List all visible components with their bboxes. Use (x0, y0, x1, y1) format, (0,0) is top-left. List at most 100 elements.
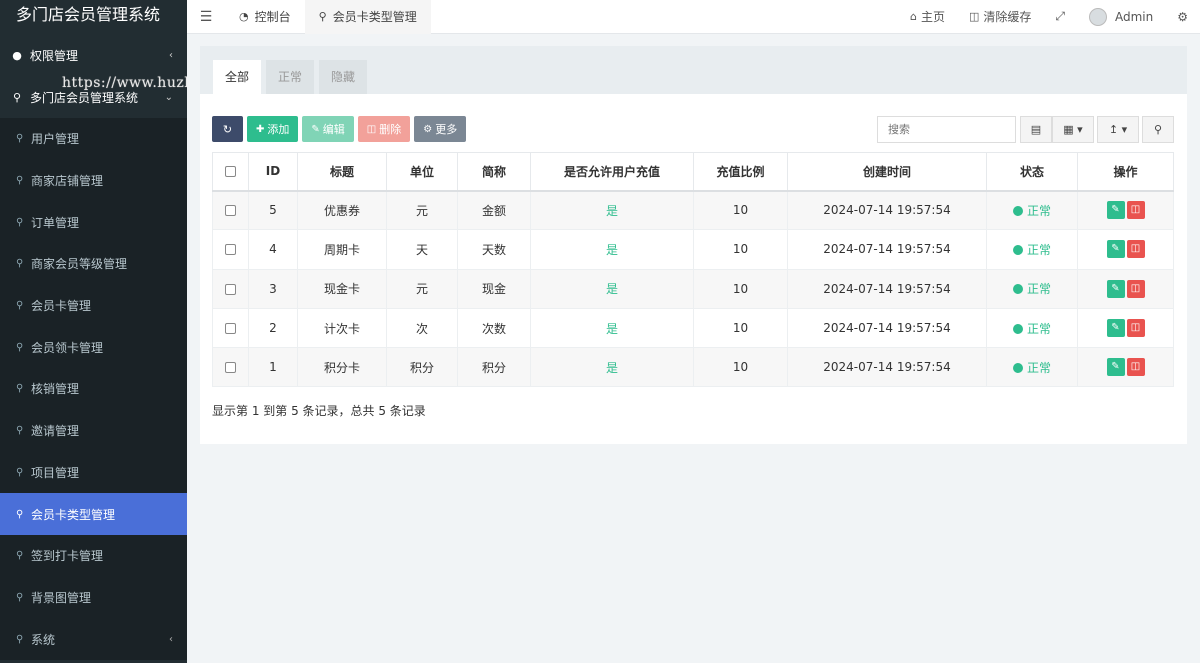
columns-dropdown[interactable]: ▦ ▾ (1052, 115, 1094, 143)
cell-created: 2024-07-14 19:57:54 (787, 268, 987, 309)
recharge-flag[interactable]: 是 (606, 204, 618, 218)
sidebar-item[interactable]: ⚲ 商家店铺管理 (0, 159, 187, 202)
col-title[interactable]: 标题 (297, 152, 387, 192)
sidebar-item[interactable]: ⚲ 邀请管理 (0, 409, 187, 452)
table-row[interactable]: 5 优惠券元金额是 10 2024-07-14 19:57:54 正常 ✎ ◫ (212, 189, 1174, 231)
row-delete-button[interactable]: ◫ (1126, 240, 1145, 259)
row-checkbox[interactable] (225, 283, 236, 295)
search-button[interactable]: ⚲ (1142, 115, 1174, 143)
row-delete-button[interactable]: ◫ (1126, 319, 1145, 338)
sidebar-item-label: 商家店铺管理 (31, 174, 104, 189)
sidebar-group-label: 多门店会员管理系统 (30, 90, 139, 105)
table-row[interactable]: 4 周期卡天天数是 10 2024-07-14 19:57:54 正常 ✎ ◫ (212, 229, 1174, 270)
cell-actions: ✎ ◫ (1077, 307, 1174, 349)
tab-dashboard[interactable]: ◔ 控制台 (225, 0, 305, 34)
row-checkbox[interactable] (225, 244, 236, 256)
cell-ratio: 10 (693, 307, 788, 349)
recharge-flag[interactable]: 是 (606, 243, 618, 257)
col-actions: 操作 (1077, 152, 1174, 192)
settings-gear-icon[interactable]: ⚙ (1165, 10, 1200, 24)
cell-id: 3 (248, 268, 298, 309)
sidebar-item[interactable]: ⚲ 用户管理 (0, 118, 187, 160)
row-select-cell[interactable] (212, 347, 249, 388)
row-checkbox[interactable] (225, 205, 236, 217)
user-menu[interactable]: Admin (1077, 7, 1165, 26)
cell-unit: 次 (386, 307, 458, 349)
sidebar-item[interactable]: ⚲ 会员卡管理 (0, 284, 187, 327)
clear-cache-button[interactable]: ◫ 清除缓存 (957, 8, 1043, 25)
fullscreen-icon[interactable]: ⤢ (1043, 9, 1077, 24)
pencil-icon: ✎ (1111, 282, 1120, 294)
table-row[interactable]: 1 积分卡 积分 积分是 10 2024-07-14 19:57:54 正常 ✎ ◫ (212, 347, 1174, 388)
add-button[interactable]: ✚ 添加 (247, 116, 299, 142)
home-link[interactable]: ⌂ 主页 (898, 8, 957, 25)
row-edit-button[interactable]: ✎ (1106, 279, 1125, 298)
col-short[interactable]: 简称 (457, 152, 531, 192)
row-select-cell[interactable] (212, 189, 249, 231)
search-input[interactable] (877, 115, 1016, 143)
edit-button[interactable]: ✎ 编辑 (302, 116, 354, 142)
recharge-flag[interactable]: 是 (606, 282, 618, 296)
row-edit-button[interactable]: ✎ (1106, 358, 1125, 377)
col-created[interactable]: 创建时间 (787, 152, 987, 192)
cell-status: 正常 (986, 347, 1078, 388)
sidebar-item-label: 核销管理 (31, 382, 80, 397)
sidebar-item[interactable]: ⚲ 会员领卡管理 (0, 326, 187, 369)
export-dropdown[interactable]: ↥ ▾ (1097, 115, 1139, 143)
select-all-cell[interactable] (212, 152, 249, 192)
cell-id: 2 (248, 307, 298, 349)
sidebar-group-permissions[interactable]: ● 权限管理 ‹ (0, 34, 187, 76)
sidebar-item-label: 签到打卡管理 (31, 549, 104, 564)
map-pin-icon: ⚲ (16, 383, 24, 395)
table-row[interactable]: 2 计次卡次次数是 10 2024-07-14 19:57:54 正常 ✎ ◫ (212, 307, 1174, 349)
delete-label: 删除 (379, 123, 402, 136)
select-all-checkbox[interactable] (225, 166, 236, 178)
row-delete-button[interactable]: ◫ (1126, 358, 1145, 377)
delete-button[interactable]: ◫ 删除 (357, 116, 411, 142)
recharge-flag[interactable]: 是 (606, 322, 618, 336)
table-row[interactable]: 3 现金卡元现金是 10 2024-07-14 19:57:54 正常 ✎ ◫ (212, 268, 1174, 309)
cell-status: 正常 (986, 268, 1078, 309)
col-unit[interactable]: 单位 (386, 152, 458, 192)
sidebar-item[interactable]: ⚲ 会员卡类型管理 (0, 493, 187, 535)
tab-hidden[interactable]: 隐藏 (319, 60, 368, 94)
trash-icon: ◫ (1130, 204, 1141, 216)
sidebar-item[interactable]: ⚲ 商家会员等级管理 (0, 243, 187, 285)
sidebar-item[interactable]: ⚲ 签到打卡管理 (0, 534, 187, 577)
recharge-flag[interactable]: 是 (606, 361, 618, 375)
more-button[interactable]: ⚙ 更多 (414, 116, 467, 142)
col-ratio[interactable]: 充值比例 (693, 152, 788, 192)
cell-actions: ✎ ◫ (1077, 189, 1174, 231)
col-id[interactable]: ID (248, 152, 298, 192)
pencil-icon: ✎ (1111, 243, 1120, 255)
row-edit-button[interactable]: ✎ (1106, 240, 1125, 259)
sidebar-item-system[interactable]: ⚲ 系统 ‹ (0, 618, 187, 660)
refresh-button[interactable]: ↻ (212, 116, 243, 142)
cell-short: 积分 (457, 347, 531, 388)
sidebar-item[interactable]: ⚲ 订单管理 (0, 201, 187, 244)
row-checkbox[interactable] (225, 362, 236, 374)
col-recharge[interactable]: 是否允许用户充值 (530, 152, 694, 192)
toggle-view-button[interactable]: ▤ (1020, 115, 1052, 143)
status-dot-icon (1012, 284, 1023, 295)
sidebar-item[interactable]: ⚲ 背景图管理 (0, 576, 187, 619)
row-select-cell[interactable] (212, 229, 249, 270)
menu-toggle-icon[interactable]: ☰ (187, 9, 225, 25)
col-status[interactable]: 状态 (986, 152, 1078, 192)
trash-icon: ◫ (1130, 243, 1141, 255)
tab-card-type[interactable]: ⚲ 会员卡类型管理 (304, 0, 431, 34)
sidebar-item-label: 订单管理 (31, 215, 80, 230)
row-edit-button[interactable]: ✎ (1106, 201, 1125, 220)
row-edit-button[interactable]: ✎ (1106, 319, 1125, 338)
tab-all[interactable]: 全部 (213, 60, 262, 94)
sidebar-item[interactable]: ⚲ 核销管理 (0, 368, 187, 410)
status-dot-icon (1012, 323, 1023, 334)
search-icon: ⚲ (1153, 122, 1163, 136)
row-select-cell[interactable] (212, 268, 249, 309)
row-delete-button[interactable]: ◫ (1126, 279, 1145, 298)
row-select-cell[interactable] (212, 307, 249, 349)
row-checkbox[interactable] (225, 323, 236, 335)
tab-normal[interactable]: 正常 (266, 60, 315, 94)
row-delete-button[interactable]: ◫ (1126, 201, 1145, 220)
sidebar-item[interactable]: ⚲ 项目管理 (0, 451, 187, 494)
